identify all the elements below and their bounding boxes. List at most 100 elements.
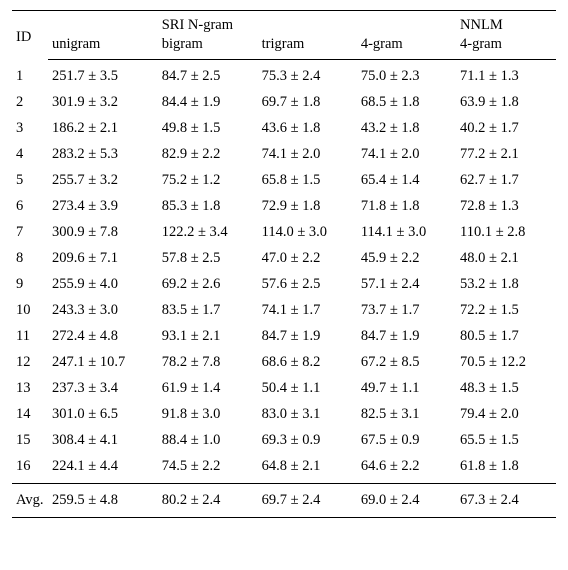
- row-id: 6: [12, 194, 48, 220]
- footer-cell: 259.5 ± 4.8: [48, 484, 158, 518]
- cell-value: 73.7 ± 1.7: [357, 298, 456, 324]
- cell-value: 85.3 ± 1.8: [158, 194, 258, 220]
- row-id: 13: [12, 376, 48, 402]
- cell-value: 80.5 ± 1.7: [456, 324, 556, 350]
- row-id: 5: [12, 168, 48, 194]
- cell-value: 75.2 ± 1.2: [158, 168, 258, 194]
- cell-value: 72.8 ± 1.3: [456, 194, 556, 220]
- cell-value: 64.6 ± 2.2: [357, 454, 456, 484]
- cell-value: 255.7 ± 3.2: [48, 168, 158, 194]
- row-id: 10: [12, 298, 48, 324]
- row-id: 16: [12, 454, 48, 484]
- cell-value: 255.9 ± 4.0: [48, 272, 158, 298]
- cell-value: 79.4 ± 2.0: [456, 402, 556, 428]
- cell-value: 75.3 ± 2.4: [258, 60, 357, 90]
- cell-value: 84.7 ± 1.9: [357, 324, 456, 350]
- cell-value: 62.7 ± 1.7: [456, 168, 556, 194]
- col-unigram: unigram: [48, 36, 158, 60]
- cell-value: 71.8 ± 1.8: [357, 194, 456, 220]
- table-row: 13237.3 ± 3.461.9 ± 1.450.4 ± 1.149.7 ± …: [12, 376, 556, 402]
- cell-value: 48.3 ± 1.5: [456, 376, 556, 402]
- header-group-sri: SRI N-gram: [158, 11, 357, 37]
- cell-value: 93.1 ± 2.1: [158, 324, 258, 350]
- cell-value: 61.9 ± 1.4: [158, 376, 258, 402]
- row-id: 4: [12, 142, 48, 168]
- cell-value: 72.2 ± 1.5: [456, 298, 556, 324]
- cell-value: 91.8 ± 3.0: [158, 402, 258, 428]
- cell-value: 83.0 ± 3.1: [258, 402, 357, 428]
- table-row: 3186.2 ± 2.149.8 ± 1.543.6 ± 1.843.2 ± 1…: [12, 116, 556, 142]
- table-row: 2301.9 ± 3.284.4 ± 1.969.7 ± 1.868.5 ± 1…: [12, 90, 556, 116]
- cell-value: 83.5 ± 1.7: [158, 298, 258, 324]
- cell-value: 84.7 ± 2.5: [158, 60, 258, 90]
- table-body: 1251.7 ± 3.584.7 ± 2.575.3 ± 2.475.0 ± 2…: [12, 60, 556, 484]
- cell-value: 49.7 ± 1.1: [357, 376, 456, 402]
- row-id: 8: [12, 246, 48, 272]
- cell-value: 308.4 ± 4.1: [48, 428, 158, 454]
- cell-value: 69.7 ± 1.8: [258, 90, 357, 116]
- cell-value: 77.2 ± 2.1: [456, 142, 556, 168]
- cell-value: 69.3 ± 0.9: [258, 428, 357, 454]
- cell-value: 74.5 ± 2.2: [158, 454, 258, 484]
- cell-value: 301.9 ± 3.2: [48, 90, 158, 116]
- table-row: 11272.4 ± 4.893.1 ± 2.184.7 ± 1.984.7 ± …: [12, 324, 556, 350]
- cell-value: 67.2 ± 8.5: [357, 350, 456, 376]
- table-row: 6273.4 ± 3.985.3 ± 1.872.9 ± 1.871.8 ± 1…: [12, 194, 556, 220]
- table-row: 7300.9 ± 7.8122.2 ± 3.4114.0 ± 3.0114.1 …: [12, 220, 556, 246]
- cell-value: 74.1 ± 1.7: [258, 298, 357, 324]
- cell-value: 43.2 ± 1.8: [357, 116, 456, 142]
- cell-value: 209.6 ± 7.1: [48, 246, 158, 272]
- cell-value: 122.2 ± 3.4: [158, 220, 258, 246]
- table-footer-row: Avg. 259.5 ± 4.8 80.2 ± 2.4 69.7 ± 2.4 6…: [12, 484, 556, 518]
- row-id: 2: [12, 90, 48, 116]
- cell-value: 78.2 ± 7.8: [158, 350, 258, 376]
- footer-cell: 67.3 ± 2.4: [456, 484, 556, 518]
- cell-value: 74.1 ± 2.0: [357, 142, 456, 168]
- cell-value: 71.1 ± 1.3: [456, 60, 556, 90]
- cell-value: 63.9 ± 1.8: [456, 90, 556, 116]
- row-id: 15: [12, 428, 48, 454]
- cell-value: 57.1 ± 2.4: [357, 272, 456, 298]
- cell-value: 237.3 ± 3.4: [48, 376, 158, 402]
- cell-value: 64.8 ± 2.1: [258, 454, 357, 484]
- cell-value: 43.6 ± 1.8: [258, 116, 357, 142]
- row-id: 11: [12, 324, 48, 350]
- cell-value: 47.0 ± 2.2: [258, 246, 357, 272]
- cell-value: 45.9 ± 2.2: [357, 246, 456, 272]
- table-row: 14301.0 ± 6.591.8 ± 3.083.0 ± 3.182.5 ± …: [12, 402, 556, 428]
- results-table: ID SRI N-gram NNLM unigram bigram trigra…: [12, 10, 556, 518]
- cell-value: 65.4 ± 1.4: [357, 168, 456, 194]
- cell-value: 273.4 ± 3.9: [48, 194, 158, 220]
- table-row: 15308.4 ± 4.188.4 ± 1.069.3 ± 0.967.5 ± …: [12, 428, 556, 454]
- cell-value: 53.2 ± 1.8: [456, 272, 556, 298]
- footer-cell: 80.2 ± 2.4: [158, 484, 258, 518]
- cell-value: 75.0 ± 2.3: [357, 60, 456, 90]
- cell-value: 110.1 ± 2.8: [456, 220, 556, 246]
- header-id: ID: [12, 11, 48, 60]
- table-row: 12247.1 ± 10.778.2 ± 7.868.6 ± 8.267.2 ±…: [12, 350, 556, 376]
- cell-value: 48.0 ± 2.1: [456, 246, 556, 272]
- col-nnlm-4gram: 4-gram: [456, 36, 556, 60]
- table-row: 1251.7 ± 3.584.7 ± 2.575.3 ± 2.475.0 ± 2…: [12, 60, 556, 90]
- cell-value: 74.1 ± 2.0: [258, 142, 357, 168]
- cell-value: 84.7 ± 1.9: [258, 324, 357, 350]
- cell-value: 68.6 ± 8.2: [258, 350, 357, 376]
- footer-cell: 69.7 ± 2.4: [258, 484, 357, 518]
- cell-value: 57.6 ± 2.5: [258, 272, 357, 298]
- cell-value: 82.5 ± 3.1: [357, 402, 456, 428]
- cell-value: 70.5 ± 12.2: [456, 350, 556, 376]
- cell-value: 69.2 ± 2.6: [158, 272, 258, 298]
- table-row: 8209.6 ± 7.157.8 ± 2.547.0 ± 2.245.9 ± 2…: [12, 246, 556, 272]
- col-bigram: bigram: [158, 36, 258, 60]
- cell-value: 88.4 ± 1.0: [158, 428, 258, 454]
- cell-value: 272.4 ± 4.8: [48, 324, 158, 350]
- cell-value: 65.5 ± 1.5: [456, 428, 556, 454]
- cell-value: 65.8 ± 1.5: [258, 168, 357, 194]
- cell-value: 224.1 ± 4.4: [48, 454, 158, 484]
- cell-value: 251.7 ± 3.5: [48, 60, 158, 90]
- header-group-nnlm: NNLM: [456, 11, 556, 37]
- col-trigram: trigram: [258, 36, 357, 60]
- row-id: 7: [12, 220, 48, 246]
- cell-value: 57.8 ± 2.5: [158, 246, 258, 272]
- table-row: 9255.9 ± 4.069.2 ± 2.657.6 ± 2.557.1 ± 2…: [12, 272, 556, 298]
